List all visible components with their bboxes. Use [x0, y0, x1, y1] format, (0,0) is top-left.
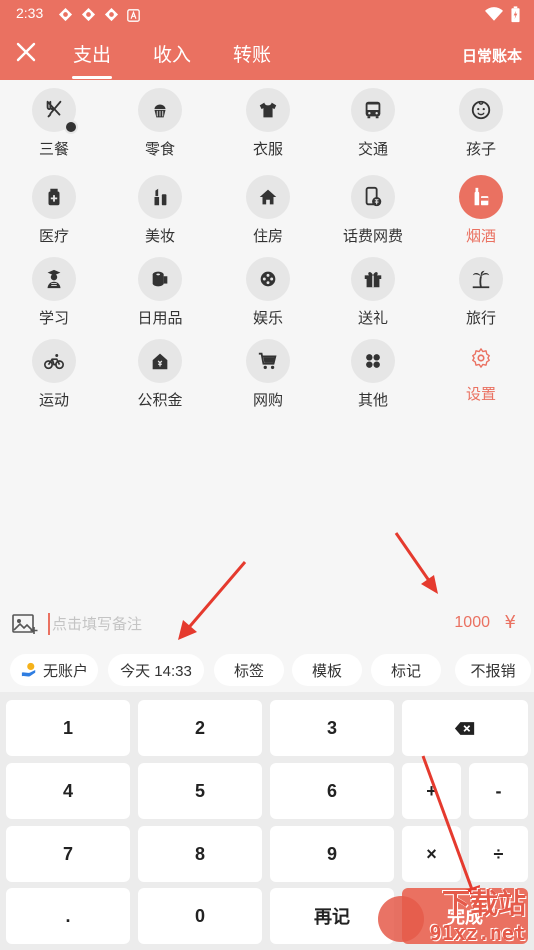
toilet-paper-icon: [152, 271, 168, 287]
account-book-button[interactable]: 日常账本: [462, 45, 522, 66]
key-7[interactable]: 7: [6, 826, 130, 882]
watermark-title: 下载站: [441, 887, 526, 920]
category-makeup[interactable]: 美妆: [110, 175, 210, 246]
medicine-icon: [48, 188, 60, 206]
category-other[interactable]: 其他: [323, 339, 423, 410]
plus-key[interactable]: +: [402, 763, 461, 819]
tab-expense[interactable]: 支出: [73, 40, 111, 67]
app-notification-icon: [104, 7, 119, 22]
top-bar: 支出 收入 转账 日常账本: [0, 30, 534, 80]
system-status: [485, 6, 520, 27]
film-reel-icon: [260, 271, 276, 287]
option-chips: 无账户 今天 14:33 标签 模板 标记 不报销: [0, 654, 534, 686]
lipstick-icon: [154, 188, 167, 206]
status-time: 2:33: [16, 5, 44, 21]
key-5[interactable]: 5: [138, 763, 262, 819]
amount-display: 1000: [454, 614, 490, 631]
house-icon: [259, 189, 277, 205]
category-settings[interactable]: 设置: [431, 339, 531, 404]
tab-income[interactable]: 收入: [153, 40, 191, 67]
bottle-icon: [474, 187, 489, 206]
bus-icon: [365, 101, 381, 119]
add-image-button[interactable]: [12, 613, 38, 635]
grid-icon: [366, 354, 380, 368]
key-2[interactable]: 2: [138, 700, 262, 756]
watermark-url: 91xz.net: [429, 921, 526, 945]
category-housing[interactable]: 住房: [218, 175, 318, 246]
category-online-shopping[interactable]: 网购: [218, 339, 318, 410]
currency-symbol[interactable]: ¥: [505, 612, 516, 633]
category-transport[interactable]: 交通: [323, 88, 423, 159]
shirt-icon: [259, 102, 277, 118]
key-1[interactable]: 1: [6, 700, 130, 756]
tag-chip[interactable]: 标签: [214, 654, 284, 686]
add-image-icon: [12, 614, 38, 634]
category-daily-goods[interactable]: 日用品: [110, 257, 210, 328]
no-reimburse-chip[interactable]: 不报销: [455, 654, 531, 686]
app-notification-icon: [127, 7, 142, 22]
watermark: 下载站 91xz.net: [374, 887, 532, 948]
minus-key[interactable]: -: [469, 763, 528, 819]
category-meals[interactable]: 三餐: [4, 88, 104, 159]
app-notification-icon: [81, 7, 96, 22]
phone-icon: [365, 186, 382, 207]
key-3[interactable]: 3: [270, 700, 394, 756]
backspace-key[interactable]: [402, 700, 528, 756]
fund-house-icon: [152, 353, 168, 370]
app-notification-icon: [58, 7, 73, 22]
palm-tree-icon: [472, 270, 490, 289]
category-phone-bill[interactable]: 话费网费: [323, 175, 423, 246]
note-amount-row: 1000 ¥: [0, 605, 534, 645]
watermark-logo-icon: [378, 896, 424, 942]
account-chip-label: 无账户: [42, 662, 88, 680]
gear-icon: [472, 348, 490, 368]
cupcake-icon: [154, 104, 166, 118]
close-icon: [16, 42, 36, 62]
multiply-key[interactable]: ×: [402, 826, 461, 882]
divide-key[interactable]: ÷: [469, 826, 528, 882]
cart-icon: [258, 352, 277, 370]
category-tobacco-alcohol[interactable]: 烟酒: [431, 175, 531, 246]
utensils-icon: [46, 100, 62, 118]
arrow-to-amount: [394, 532, 438, 594]
bicycle-icon: [44, 354, 64, 370]
status-bar: 2:33: [0, 0, 534, 28]
text-cursor: [48, 613, 50, 635]
decimal-key[interactable]: .: [6, 888, 130, 944]
active-tab-indicator: [72, 76, 112, 79]
wifi-icon: [485, 7, 503, 26]
battery-icon: [511, 6, 520, 27]
category-medical[interactable]: 医疗: [4, 175, 104, 246]
key-4[interactable]: 4: [6, 763, 130, 819]
note-input[interactable]: [52, 611, 352, 637]
gift-icon: [364, 272, 382, 288]
key-8[interactable]: 8: [138, 826, 262, 882]
tab-transfer[interactable]: 转账: [233, 40, 271, 67]
account-chip[interactable]: 无账户: [10, 654, 98, 686]
category-sports[interactable]: 运动: [4, 339, 104, 410]
date-chip[interactable]: 今天 14:33: [108, 654, 204, 686]
key-0[interactable]: 0: [138, 888, 262, 944]
template-chip[interactable]: 模板: [292, 654, 362, 686]
baby-icon: [471, 100, 491, 120]
category-travel[interactable]: 旅行: [431, 257, 531, 328]
category-entertainment[interactable]: 娱乐: [218, 257, 318, 328]
key-6[interactable]: 6: [270, 763, 394, 819]
category-children[interactable]: 孩子: [431, 88, 531, 159]
close-button[interactable]: [14, 40, 40, 66]
category-snacks[interactable]: 零食: [110, 88, 210, 159]
app-header: 2:33 支出 收入 转账 日常账本: [0, 0, 534, 80]
wallet-icon: [21, 662, 36, 677]
category-clothes[interactable]: 衣服: [218, 88, 318, 159]
notification-icons: [58, 7, 142, 22]
mark-chip[interactable]: 标记: [371, 654, 441, 686]
category-housing-fund[interactable]: 公积金: [110, 339, 210, 410]
category-study[interactable]: 学习: [4, 257, 104, 328]
key-9[interactable]: 9: [270, 826, 394, 882]
backspace-icon: [454, 721, 475, 735]
student-icon: [47, 269, 61, 289]
category-gifts[interactable]: 送礼: [323, 257, 423, 328]
